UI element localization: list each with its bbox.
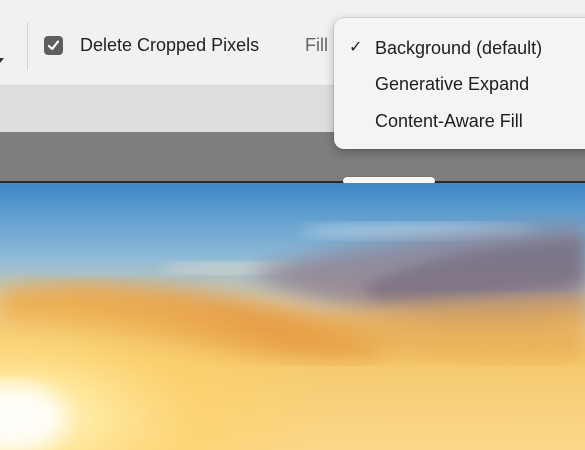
- dropdown-item-generative-expand[interactable]: Generative Expand: [334, 70, 585, 98]
- fill-dropdown-menu[interactable]: ✓ Background (default) Generative Expand…: [334, 18, 585, 149]
- dropdown-item-background[interactable]: ✓ Background (default): [334, 34, 585, 62]
- check-icon: ✓: [349, 39, 363, 56]
- canvas-image: [0, 183, 585, 450]
- dropdown-item-label: Generative Expand: [375, 74, 530, 94]
- dropdown-item-content-aware-fill[interactable]: Content-Aware Fill: [334, 107, 585, 135]
- delete-cropped-pixels-label[interactable]: Delete Cropped Pixels: [80, 35, 259, 56]
- dropdown-item-label: Content-Aware Fill: [375, 111, 523, 131]
- toolbar-divider: [27, 22, 28, 70]
- sunset-sky-image: [0, 183, 585, 450]
- chevron-down-icon[interactable]: [0, 58, 4, 63]
- fill-label: Fill: [305, 35, 328, 55]
- checkmark-icon: [47, 40, 60, 51]
- dropdown-item-label: Background (default): [375, 38, 543, 58]
- delete-cropped-pixels-checkbox[interactable]: [44, 36, 63, 55]
